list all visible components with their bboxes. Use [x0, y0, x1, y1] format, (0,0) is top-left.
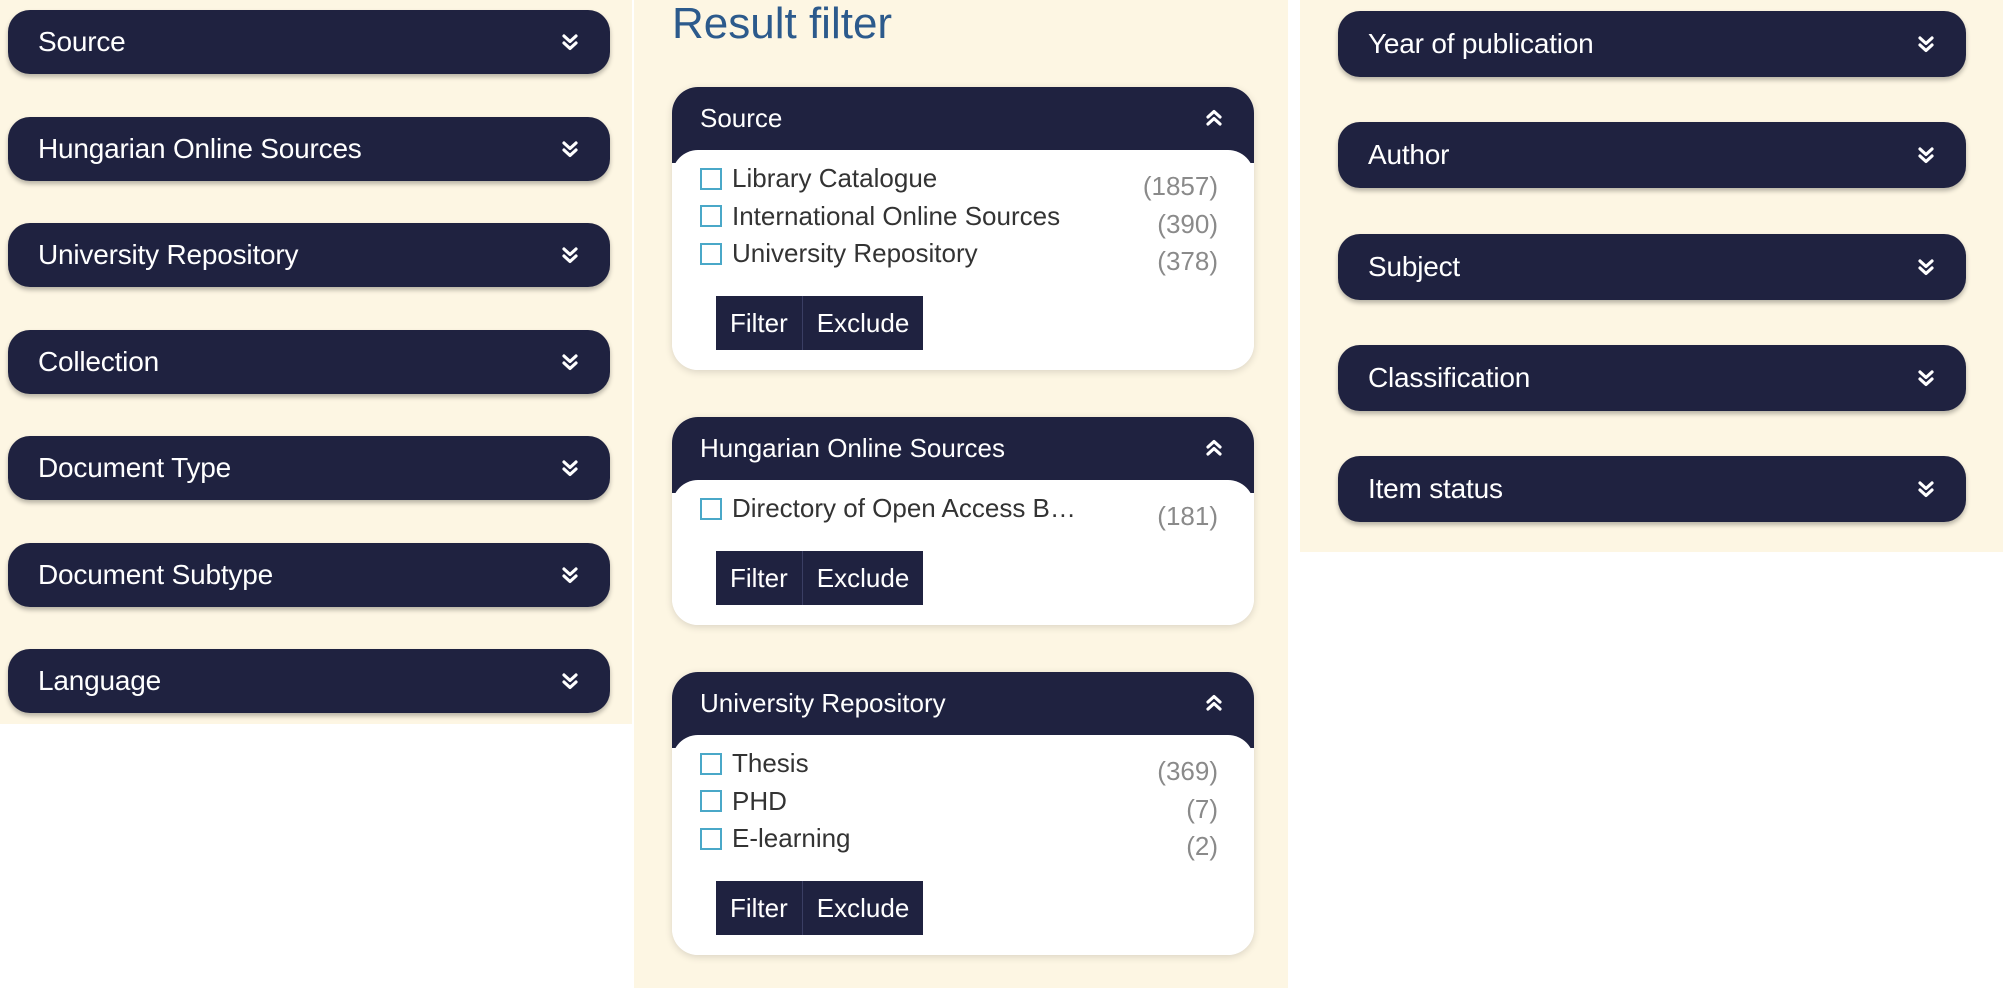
chevron-double-up-icon — [1206, 694, 1222, 711]
filter-option[interactable]: E-learning (2) — [700, 820, 1218, 861]
facet-label: Document Type — [38, 452, 231, 483]
chevron-double-down-icon — [1918, 370, 1934, 387]
filter-panel-university-repository: University Repository Thesis (369) PHD (… — [672, 672, 1254, 955]
filter-option[interactable]: Thesis (369) — [700, 745, 1218, 786]
facet-label: University Repository — [38, 239, 299, 270]
facet-language[interactable]: Language — [8, 649, 610, 713]
option-checkbox[interactable] — [700, 167, 722, 190]
facet-label: Item status — [1368, 473, 1503, 504]
filter-option[interactable]: Library Catalogue (1857) — [700, 160, 1218, 201]
facet-item-status[interactable]: Item status — [1338, 456, 1966, 522]
facet-hungarian-online-sources[interactable]: Hungarian Online Sources — [8, 117, 610, 181]
option-label[interactable]: Thesis — [732, 748, 1157, 779]
result-filter-title: Result filter — [672, 0, 893, 48]
action-buttons: Filter Exclude — [716, 295, 1218, 350]
chevron-double-down-icon — [1918, 36, 1934, 53]
filter-button[interactable]: Filter — [716, 295, 802, 350]
option-count: (181) — [1157, 501, 1218, 532]
filter-panel-hungarian-online-sources: Hungarian Online Sources Directory of Op… — [672, 417, 1254, 625]
filter-option[interactable]: University Repository (378) — [700, 235, 1218, 276]
filter-option[interactable]: PHD (7) — [700, 783, 1218, 824]
option-label[interactable]: University Repository — [732, 238, 1157, 269]
option-label[interactable]: E-learning — [732, 823, 1186, 854]
facet-label: Source — [38, 26, 126, 57]
action-buttons: Filter Exclude — [716, 880, 1218, 935]
panel-title: Source — [700, 103, 783, 133]
option-label[interactable]: Library Catalogue — [732, 163, 1143, 194]
filter-panel-source: Source Library Catalogue (1857) Internat… — [672, 87, 1254, 370]
chevron-double-down-icon — [1918, 481, 1934, 498]
option-count: (378) — [1157, 246, 1218, 277]
facet-source[interactable]: Source — [8, 10, 610, 74]
option-count: (390) — [1157, 208, 1218, 239]
panel-body: Directory of Open Access B… (181) Filter… — [672, 480, 1254, 625]
right-facet-list: Year of publication Author Subject Class… — [1330, 0, 2003, 552]
chevron-double-down-icon — [1918, 147, 1934, 164]
filter-button[interactable]: Filter — [716, 550, 802, 605]
action-buttons: Filter Exclude — [716, 550, 1218, 605]
panel-title: Hungarian Online Sources — [700, 433, 1005, 463]
facet-label: Language — [38, 665, 161, 696]
option-checkbox[interactable] — [700, 827, 722, 850]
chevron-double-down-icon — [562, 354, 578, 371]
option-label[interactable]: Directory of Open Access B… — [732, 493, 1157, 524]
option-checkbox[interactable] — [700, 242, 722, 265]
facet-label: Author — [1368, 139, 1450, 170]
option-count: (2) — [1186, 831, 1218, 862]
chevron-double-up-icon — [1206, 439, 1222, 456]
filter-option[interactable]: Directory of Open Access B… (181) — [700, 490, 1218, 531]
exclude-button[interactable]: Exclude — [801, 295, 924, 350]
facet-author[interactable]: Author — [1338, 122, 1966, 188]
facet-classification[interactable]: Classification — [1338, 345, 1966, 411]
option-checkbox[interactable] — [700, 790, 722, 813]
panel-title: University Repository — [700, 688, 946, 718]
chevron-double-down-icon — [562, 460, 578, 477]
panel-body: Library Catalogue (1857) International O… — [672, 150, 1254, 370]
option-checkbox[interactable] — [700, 497, 722, 520]
filter-button[interactable]: Filter — [716, 880, 802, 935]
chevron-double-down-icon — [562, 247, 578, 264]
facet-collection[interactable]: Collection — [8, 330, 610, 394]
option-checkbox[interactable] — [700, 752, 722, 775]
facet-label: Document Subtype — [38, 559, 273, 590]
chevron-double-down-icon — [562, 141, 578, 158]
chevron-double-up-icon — [1206, 109, 1222, 126]
option-count: (369) — [1157, 756, 1218, 787]
option-label[interactable]: International Online Sources — [732, 201, 1157, 232]
chevron-double-down-icon — [1918, 259, 1934, 276]
left-facet-list: Source Hungarian Online Sources Universi… — [0, 0, 632, 724]
facet-university-repository[interactable]: University Repository — [8, 223, 610, 287]
option-checkbox[interactable] — [700, 205, 722, 228]
panel-body: Thesis (369) PHD (7) E-learning (2) Filt… — [672, 735, 1254, 955]
filter-option[interactable]: International Online Sources (390) — [700, 198, 1218, 239]
facet-year-of-publication[interactable]: Year of publication — [1338, 11, 1966, 77]
facet-label: Hungarian Online Sources — [38, 133, 362, 164]
facet-document-type[interactable]: Document Type — [8, 436, 610, 500]
option-count: (1857) — [1142, 171, 1218, 202]
facet-label: Year of publication — [1368, 28, 1594, 59]
exclude-button[interactable]: Exclude — [801, 880, 924, 935]
chevron-double-down-icon — [562, 567, 578, 584]
facet-label: Collection — [38, 346, 159, 377]
facet-subject[interactable]: Subject — [1338, 234, 1966, 300]
chevron-double-down-icon — [562, 673, 578, 690]
facet-document-subtype[interactable]: Document Subtype — [8, 543, 610, 607]
facet-label: Subject — [1368, 251, 1460, 282]
chevron-double-down-icon — [562, 34, 578, 51]
option-label[interactable]: PHD — [732, 786, 1186, 817]
facet-label: Classification — [1368, 362, 1531, 393]
exclude-button[interactable]: Exclude — [801, 550, 924, 605]
option-count: (7) — [1186, 793, 1218, 824]
